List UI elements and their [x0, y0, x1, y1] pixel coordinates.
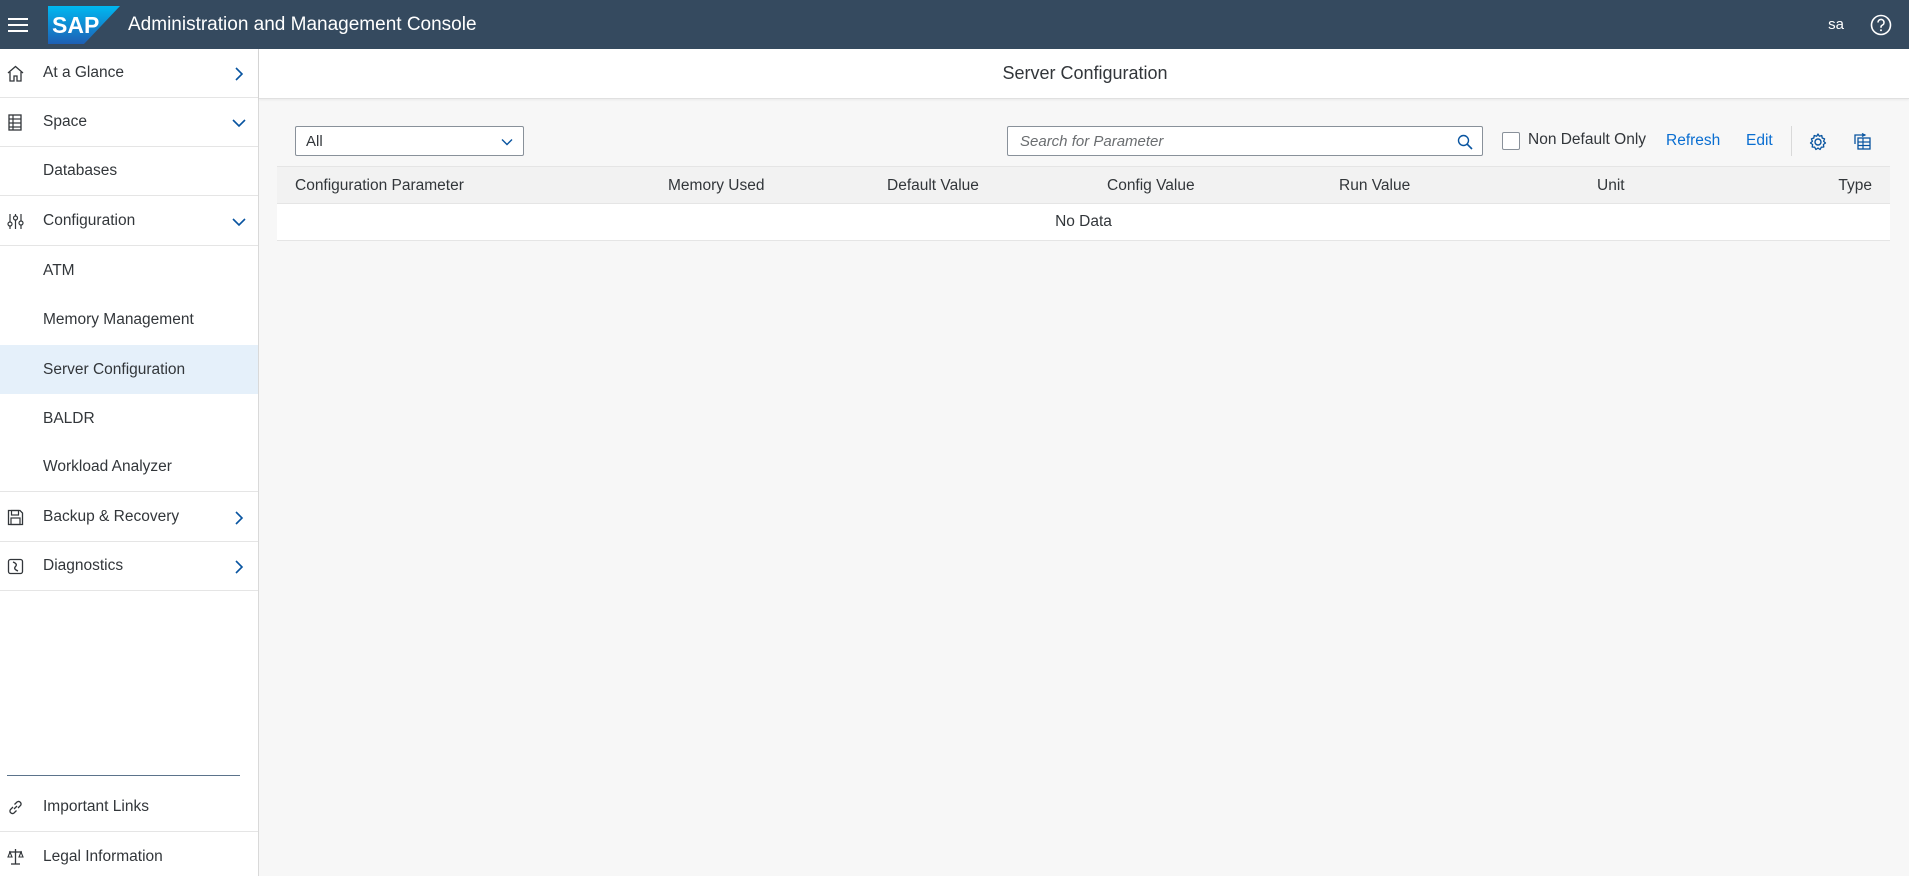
toolbar-separator [1791, 126, 1792, 156]
gear-icon[interactable] [1808, 132, 1828, 152]
user-menu[interactable]: sa [1828, 16, 1844, 33]
scales-icon [6, 847, 25, 866]
nav-label: Databases [43, 162, 118, 179]
non-default-only-checkbox[interactable] [1502, 132, 1520, 150]
link-icon [6, 798, 25, 817]
sliders-icon [6, 212, 25, 231]
chevron-down-icon [230, 213, 248, 231]
nav-item-atm[interactable]: ATM [0, 246, 258, 295]
nav-label: BALDR [43, 409, 95, 427]
ruler-grid-icon [6, 113, 25, 132]
nav-item-space[interactable]: Space [0, 98, 258, 147]
search-field[interactable] [1007, 126, 1483, 156]
filter-select-value: All [306, 133, 323, 150]
config-table: Configuration Parameter Memory Used Defa… [277, 166, 1890, 241]
chevron-down-icon [230, 114, 248, 132]
column-header[interactable]: Run Value [1339, 177, 1410, 195]
column-header[interactable]: Configuration Parameter [295, 177, 464, 195]
edit-button[interactable]: Edit [1746, 132, 1773, 150]
column-header[interactable]: Default Value [887, 177, 979, 195]
table-header: Configuration Parameter Memory Used Defa… [277, 166, 1890, 204]
nav-item-configuration[interactable]: Configuration [0, 197, 258, 246]
nav-item-backup-recovery[interactable]: Backup & Recovery [0, 493, 258, 542]
nav-item-databases[interactable]: Databases [0, 147, 258, 196]
sap-logo[interactable]: SAP [48, 5, 120, 44]
nav-item-important-links[interactable]: Important Links [0, 783, 258, 832]
help-icon[interactable] [1870, 14, 1892, 36]
shell-bar: SAP Administration and Management Consol… [0, 0, 1909, 49]
nav-label: Configuration [43, 212, 136, 229]
search-icon[interactable] [1457, 134, 1473, 150]
nav-label: At a Glance [43, 64, 124, 81]
save-icon [6, 508, 25, 527]
toolbar: All Non Default Only Refresh Edit [259, 99, 1909, 159]
chevron-right-icon [230, 65, 248, 83]
main-content: Server Configuration All Non Default Onl… [259, 49, 1909, 876]
page-header: Server Configuration [259, 49, 1909, 99]
nav-item-workload-analyzer[interactable]: Workload Analyzer [0, 443, 258, 492]
nav-item-diagnostics[interactable]: Diagnostics [0, 542, 258, 591]
nav-item-server-configuration[interactable]: Server Configuration [0, 345, 258, 394]
nav-label: ATM [43, 261, 75, 279]
table-empty-row: No Data [277, 204, 1890, 241]
column-header[interactable]: Unit [1597, 177, 1625, 195]
nav-label: Server Configuration [43, 360, 186, 378]
home-icon [6, 64, 25, 83]
no-data-text: No Data [1055, 213, 1112, 230]
page-title: Server Configuration [1002, 63, 1168, 83]
side-navigation: At a Glance Space Databases Configuratio… [0, 49, 259, 876]
column-header[interactable]: Type [1838, 177, 1872, 195]
nav-label: Important Links [43, 798, 149, 815]
non-default-only-label[interactable]: Non Default Only [1528, 131, 1646, 149]
svg-text:SAP: SAP [52, 12, 99, 38]
chevron-right-icon [230, 558, 248, 576]
column-header[interactable]: Memory Used [668, 177, 764, 195]
chevron-down-icon [500, 135, 514, 149]
nav-label: Space [43, 113, 87, 130]
nav-item-baldr[interactable]: BALDR [0, 394, 258, 443]
nav-label: Workload Analyzer [43, 458, 172, 475]
search-input[interactable] [1008, 127, 1438, 155]
filter-select[interactable]: All [295, 126, 524, 156]
app-title: Administration and Management Console [128, 13, 477, 35]
nav-label: Backup & Recovery [43, 508, 180, 525]
nav-label: Memory Management [43, 310, 194, 328]
chevron-right-icon [230, 509, 248, 527]
nav-item-at-a-glance[interactable]: At a Glance [0, 49, 258, 98]
nav-item-legal-information[interactable]: Legal Information [0, 832, 258, 876]
nav-label: Legal Information [43, 847, 163, 865]
diagnostics-icon [6, 557, 25, 576]
nav-item-memory-management[interactable]: Memory Management [0, 295, 258, 344]
menu-icon[interactable] [0, 0, 36, 49]
column-header[interactable]: Config Value [1107, 177, 1195, 195]
refresh-button[interactable]: Refresh [1666, 132, 1720, 150]
export-to-spreadsheet-icon[interactable] [1852, 132, 1872, 152]
nav-label: Diagnostics [43, 557, 124, 574]
nav-divider [7, 775, 240, 776]
